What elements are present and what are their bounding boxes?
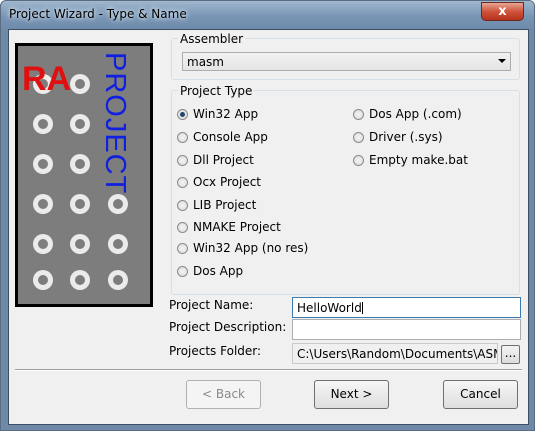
radio-button[interactable] (177, 132, 188, 143)
radio-label: Driver (.sys) (369, 130, 443, 144)
project-banner-image: RA PROJECT (15, 43, 153, 307)
project-description-input[interactable] (292, 319, 521, 340)
chevron-down-icon[interactable] (498, 59, 506, 63)
radio-button[interactable] (177, 222, 188, 233)
radio-label: Dos App (.com) (369, 107, 462, 121)
next-button[interactable]: Next > (314, 380, 389, 409)
project-type-group-label: Project Type (178, 84, 255, 98)
radio-label: Console App (193, 130, 268, 144)
assembler-selected-value: masm (187, 55, 224, 69)
radio-label: Win32 App (193, 107, 259, 121)
project-name-input[interactable]: HelloWorld (292, 297, 521, 318)
browse-folder-button[interactable]: ... (501, 345, 520, 364)
projects-folder-input[interactable]: C:\Users\Random\Documents\ASM P (292, 343, 498, 364)
radio-label: Dll Project (193, 153, 254, 167)
radio-label: Ocx Project (193, 175, 262, 189)
back-button[interactable]: < Back (186, 380, 261, 409)
project-name-label: Project Name: (169, 298, 254, 312)
assembler-select[interactable]: masm (182, 52, 511, 71)
back-button-label: < Back (201, 387, 245, 401)
radio-label: Win32 App (no res) (193, 241, 309, 255)
radio-button[interactable] (177, 266, 188, 277)
text-caret (361, 302, 363, 314)
radio-button[interactable] (177, 155, 188, 166)
banner-logo: RA (22, 60, 71, 98)
banner-project-text: PROJECT (99, 52, 131, 194)
projects-folder-value: C:\Users\Random\Documents\ASM P (297, 347, 498, 361)
project-wizard-window: Project Wizard - Type & Name x RA PROJEC… (0, 0, 535, 431)
cancel-button[interactable]: Cancel (443, 380, 518, 409)
close-icon: x (498, 4, 507, 19)
radio-button-checked[interactable] (177, 109, 188, 120)
next-button-label: Next > (330, 387, 373, 401)
project-name-value: HelloWorld (297, 301, 362, 315)
radio-button[interactable] (177, 200, 188, 211)
ellipsis-icon: ... (504, 346, 517, 360)
cancel-button-label: Cancel (460, 387, 501, 401)
radio-button[interactable] (353, 109, 364, 120)
radio-label: NMAKE Project (193, 220, 281, 234)
radio-button[interactable] (177, 243, 188, 254)
banner-art: RA PROJECT (22, 52, 131, 290)
radio-label: LIB Project (193, 198, 257, 212)
title-bar[interactable]: Project Wizard - Type & Name x (1, 1, 534, 29)
radio-button[interactable] (177, 177, 188, 188)
button-separator (15, 369, 522, 371)
dialog-client: RA PROJECT Assembler masm Project Type W… (8, 29, 529, 425)
radio-button[interactable] (353, 132, 364, 143)
close-button[interactable]: x (481, 2, 524, 21)
projects-folder-label: Projects Folder: (169, 344, 262, 358)
assembler-group-label: Assembler (178, 32, 246, 46)
radio-label: Empty make.bat (369, 153, 468, 167)
window-title: Project Wizard - Type & Name (9, 7, 187, 21)
radio-label: Dos App (193, 264, 244, 278)
radio-button[interactable] (353, 155, 364, 166)
project-description-label: Project Description: (169, 320, 287, 334)
